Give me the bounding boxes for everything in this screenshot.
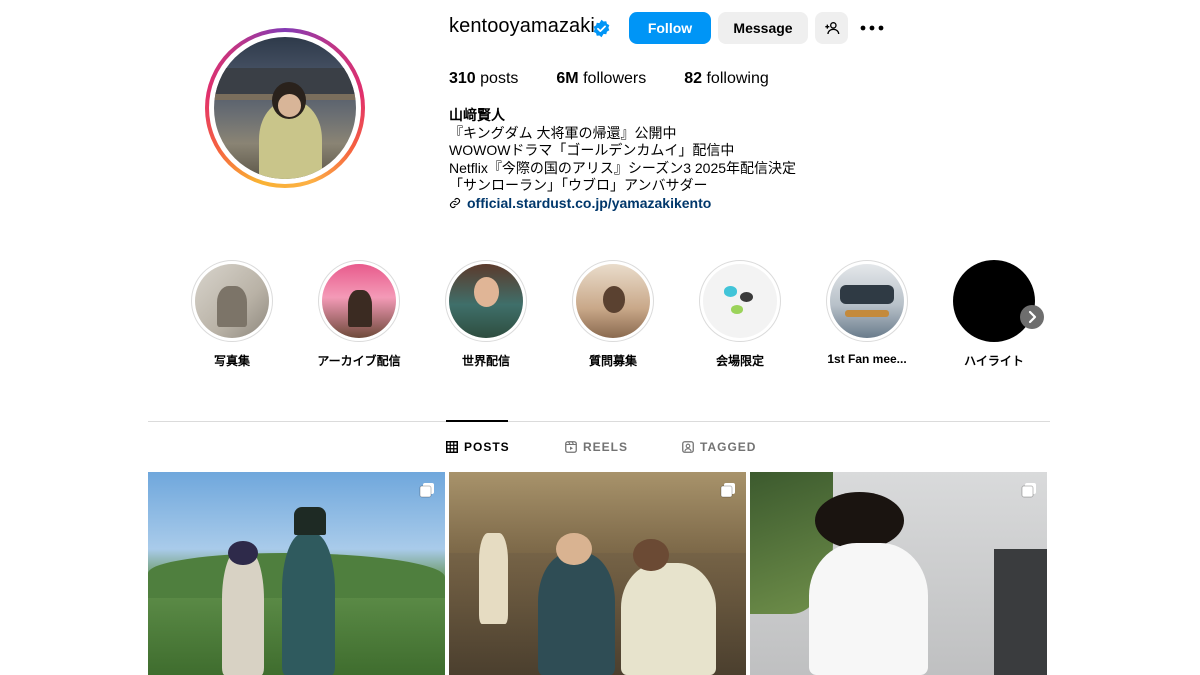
world-thumb [449, 264, 523, 338]
post-thumbnail[interactable] [148, 472, 445, 675]
highlight-label: ハイライト [964, 354, 1024, 368]
followers-label: followers [583, 70, 647, 87]
highlight-ring [191, 260, 273, 342]
profile-username: kentooyamazaki [449, 15, 595, 37]
post-thumbnail[interactable] [750, 472, 1047, 675]
follow-button[interactable]: Follow [629, 12, 711, 44]
multi-post-icon [1021, 483, 1036, 498]
tab-reels[interactable]: REELS [565, 440, 628, 454]
story-highlights: 写真集 アーカイブ配信 世界配信 質問募集 会場限定 1st Fan mee..… [190, 260, 1070, 380]
highlight-ring [572, 260, 654, 342]
grid-icon [446, 441, 458, 453]
venue-thumb [703, 264, 777, 338]
tabs-divider [148, 421, 1050, 422]
highlight-label: 質問募集 [588, 354, 637, 368]
bio-line: WOWOWドラマ「ゴールデンカムイ」配信中 [449, 142, 735, 158]
profile-stats: 310 posts 6M followers 82 following [449, 70, 807, 88]
bio-line: 『キングダム 大将軍の帰還』公開中 [449, 124, 677, 141]
more-options-icon[interactable] [860, 18, 884, 38]
highlight-ring [318, 260, 400, 342]
avatar-photo [214, 37, 356, 179]
bio-link-text: official.stardust.co.jp/yamazakikento [467, 194, 712, 211]
highlight-ring [826, 260, 908, 342]
highlight-item[interactable]: 写真集 [190, 260, 274, 369]
tab-label: POSTS [464, 440, 510, 454]
bio-line: Netflix『今際の国のアリス』シーズン3 2025年配信決定 [449, 159, 797, 176]
followers-number: 6M [556, 70, 579, 87]
following-label: following [706, 70, 769, 87]
message-button[interactable]: Message [718, 12, 808, 44]
highlight-item[interactable]: 世界配信 [444, 260, 528, 369]
highlight-thumb [953, 260, 1035, 342]
bio-name: 山﨑賢人 [449, 107, 505, 123]
multi-post-icon [720, 483, 735, 498]
fanmeeting-thumb [830, 264, 904, 338]
highlight-ring [445, 260, 527, 342]
tagged-icon [682, 441, 694, 453]
highlight-label: 1st Fan mee... [827, 352, 907, 366]
tab-label: TAGGED [700, 440, 757, 454]
highlight-label: 写真集 [213, 354, 250, 368]
highlight-label: アーカイブ配信 [317, 354, 401, 368]
highlight-item[interactable]: 質問募集 [571, 260, 655, 369]
tab-label: REELS [583, 440, 629, 454]
posts-number: 310 [449, 70, 476, 87]
highlight-item[interactable]: 1st Fan mee... [825, 260, 909, 366]
highlight-ring [953, 260, 1035, 342]
posts-label: posts [480, 70, 519, 87]
following-count[interactable]: 82 following [684, 70, 769, 88]
tab-tagged[interactable]: TAGGED [682, 440, 756, 454]
bio-link[interactable]: official.stardust.co.jp/yamazakikento [449, 195, 949, 213]
bio-line: 「サンローラン」「ウブロ」アンバサダー [449, 177, 708, 193]
highlight-item[interactable]: 会場限定 [698, 260, 782, 369]
question-thumb [576, 264, 650, 338]
following-number: 82 [684, 70, 703, 87]
suggested-users-button[interactable] [815, 12, 848, 44]
posts-count: 310 posts [449, 70, 518, 88]
link-icon [449, 198, 461, 209]
chevron-right-icon [1028, 310, 1037, 324]
profile-avatar[interactable] [205, 28, 365, 188]
tab-posts[interactable]: POSTS [446, 440, 510, 454]
avatar-face-shape [277, 93, 301, 117]
highlight-label: 世界配信 [461, 354, 510, 368]
followers-count[interactable]: 6M followers [556, 70, 646, 88]
highlight-item[interactable]: アーカイブ配信 [317, 260, 401, 369]
add-person-icon [824, 22, 839, 35]
profile-bio: 山﨑賢人 『キングダム 大将軍の帰還』公開中 WOWOWドラマ「ゴールデンカムイ… [449, 107, 949, 212]
highlight-label: 会場限定 [715, 354, 764, 368]
verified-badge-icon [593, 19, 610, 38]
post-thumbnail[interactable] [449, 472, 746, 675]
avatar-gap [209, 32, 361, 184]
photobook-thumb [195, 264, 269, 338]
highlights-next-button[interactable] [1020, 305, 1044, 329]
active-tab-indicator [446, 420, 508, 422]
reels-icon [565, 441, 577, 453]
highlight-ring [699, 260, 781, 342]
multi-post-icon [419, 483, 434, 498]
archive-thumb [322, 264, 396, 338]
